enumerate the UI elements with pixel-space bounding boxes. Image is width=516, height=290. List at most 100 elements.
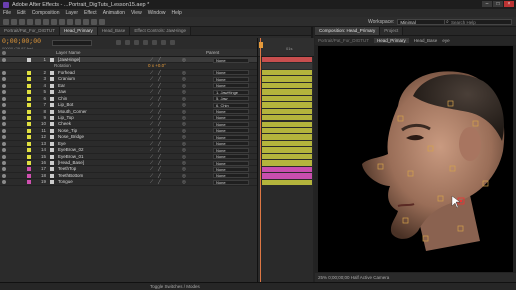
minimize-button[interactable]: – [482,1,492,7]
rotate-tool-icon[interactable] [27,19,33,25]
visibility-eye-icon[interactable] [2,122,6,127]
visibility-eye-icon[interactable] [2,141,6,146]
comp-mini-flowchart-icon[interactable] [116,40,121,45]
quality-switch-icon[interactable]: ╱ [158,102,161,108]
visibility-eye-icon[interactable] [2,77,6,82]
layer-name[interactable]: EyeBrow_01 [58,154,84,160]
shy-switch-icon[interactable]: ⟋ [150,166,153,172]
menu-file[interactable]: File [3,10,11,16]
shy-switch-icon[interactable]: ⟋ [150,134,153,140]
layer-name[interactable]: Eye [58,141,66,147]
parent-pickwhip-select[interactable]: None [213,166,249,172]
layer-name[interactable]: Nose_Tip [58,128,77,134]
pen-tool-icon[interactable] [59,19,65,25]
solo-switch-icon[interactable]: ◎ [182,166,192,172]
selection-tool-icon[interactable] [3,19,9,25]
maximize-button[interactable]: □ [493,1,503,7]
shy-switch-icon[interactable]: ⟋ [150,173,153,179]
breadcrumb-item[interactable]: eye [442,38,449,43]
parent-header[interactable]: Parent [206,49,219,57]
puppet-tool-icon[interactable] [99,19,105,25]
solo-switch-icon[interactable]: ◎ [182,179,192,185]
shy-switch-icon[interactable]: ⟋ [150,76,153,82]
tab-head-primary[interactable]: Head_Primary [60,27,98,35]
menu-help[interactable]: Help [171,10,181,16]
brush-tool-icon[interactable] [75,19,81,25]
quality-switch-icon[interactable]: ╱ [158,179,161,185]
tab-project[interactable]: Project [380,27,404,35]
solo-switch-icon[interactable]: ◎ [182,70,192,76]
label-color-swatch[interactable] [27,148,31,153]
parent-pickwhip-select[interactable]: None [213,128,249,134]
mask-tool-icon[interactable] [51,19,57,25]
visibility-eye-icon[interactable] [2,154,6,159]
visibility-eye-icon[interactable] [2,70,6,75]
shy-switch-icon[interactable]: ⟋ [150,83,153,89]
parent-pickwhip-select[interactable]: None [213,173,249,179]
shy-switch-icon[interactable]: ⟋ [150,57,153,63]
clone-tool-icon[interactable] [83,19,89,25]
label-color-swatch[interactable] [27,180,31,185]
search-help-input[interactable]: ⌕ Search Help [444,19,512,25]
parent-pickwhip-select[interactable]: None [213,179,249,185]
layer-name[interactable]: [JawHinge] [58,57,80,63]
hand-tool-icon[interactable] [11,19,17,25]
layer-name[interactable]: Ear [58,83,65,89]
graph-editor-icon[interactable] [170,40,175,45]
layer-name[interactable]: [Head_Base] [58,160,84,166]
quality-switch-icon[interactable]: ╱ [158,154,161,160]
label-color-swatch[interactable] [27,90,31,95]
draft-3d-icon[interactable] [125,40,130,45]
layer-name[interactable]: Lip_Top [58,115,74,121]
parent-pickwhip-select[interactable]: None [213,109,249,114]
solo-switch-icon[interactable]: ◎ [182,57,192,63]
parent-pickwhip-select[interactable]: None [213,70,249,76]
layer-name[interactable]: Chin [58,96,67,102]
quality-switch-icon[interactable]: ╱ [158,173,161,179]
time-ruler[interactable]: 01s [258,38,314,57]
visibility-eye-icon[interactable] [2,83,6,88]
shy-layers-icon[interactable] [134,40,139,45]
solo-switch-icon[interactable]: ◎ [182,121,192,127]
quality-switch-icon[interactable]: ╱ [158,147,161,153]
parent-pickwhip-select[interactable]: None [213,147,249,153]
solo-switch-icon[interactable]: ◎ [182,109,192,115]
parent-pickwhip-select[interactable]: None [213,134,249,140]
solo-switch-icon[interactable]: ◎ [182,96,192,102]
layer-name[interactable]: EyeBrow_02 [58,147,84,153]
quality-switch-icon[interactable]: ╱ [158,96,161,102]
solo-switch-icon[interactable]: ◎ [182,173,192,179]
layer-row[interactable]: 19 Tongue ⟋ ╱ ◎ None [0,179,257,186]
label-color-swatch[interactable] [27,77,31,82]
close-button[interactable]: × [504,1,514,7]
parent-pickwhip-select[interactable]: None [213,57,249,63]
layer-duration-bar[interactable] [262,179,312,186]
shy-switch-icon[interactable]: ⟋ [150,147,153,153]
shy-switch-icon[interactable]: ⟋ [150,109,153,115]
type-tool-icon[interactable] [67,19,73,25]
shy-switch-icon[interactable]: ⟋ [150,160,153,166]
label-color-swatch[interactable] [27,161,31,165]
parent-pickwhip-select[interactable]: None [213,160,249,166]
menu-composition[interactable]: Composition [32,10,60,16]
composition-viewer[interactable] [318,46,513,272]
tab-portrait-comp[interactable]: Portrait/Pat_For_DIGTUT [0,27,61,35]
label-color-swatch[interactable] [27,122,31,127]
solo-switch-icon[interactable]: ◎ [182,102,192,108]
frame-blending-icon[interactable] [143,40,148,45]
shy-switch-icon[interactable]: ⟋ [150,89,153,95]
shy-switch-icon[interactable]: ⟋ [150,115,153,121]
parent-pickwhip-select[interactable]: None [213,154,249,160]
solo-switch-icon[interactable]: ◎ [182,89,192,95]
label-color-swatch[interactable] [27,115,31,120]
visibility-eye-icon[interactable] [2,148,6,153]
rotation-value[interactable]: 0 x +0.0° [148,63,166,69]
solo-switch-icon[interactable]: ◎ [182,76,192,82]
quality-switch-icon[interactable]: ╱ [158,166,161,172]
parent-pickwhip-select[interactable]: None [213,141,249,147]
solo-switch-icon[interactable]: ◎ [182,147,192,153]
label-color-swatch[interactable] [27,167,31,172]
layer-name[interactable]: Cranium [58,76,75,82]
label-color-swatch[interactable] [27,70,31,75]
menu-animation[interactable]: Animation [103,10,125,16]
